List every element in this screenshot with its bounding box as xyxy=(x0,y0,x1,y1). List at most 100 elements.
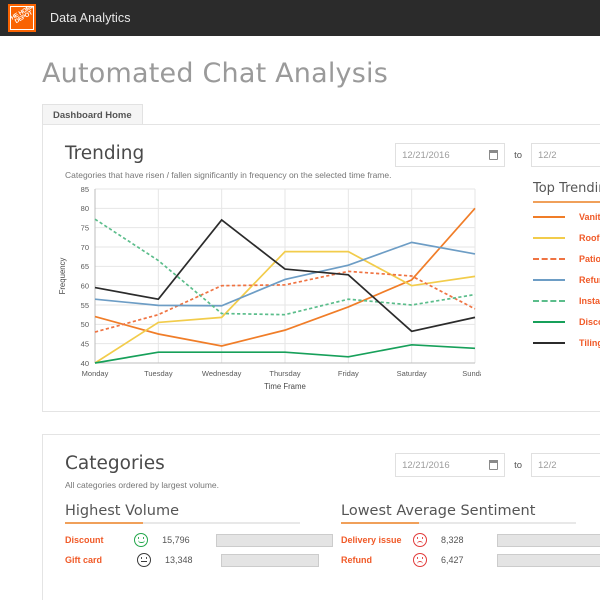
y-tick-label: 85 xyxy=(81,185,89,194)
category-volume-value: 6,427 xyxy=(441,555,464,565)
calendar-icon[interactable] xyxy=(488,460,499,470)
x-tick-label: Tuesday xyxy=(144,369,173,378)
category-row[interactable]: Refund 6,427 xyxy=(341,550,600,570)
trending-date-to-value: 12/2 xyxy=(538,149,557,161)
sentiment-sad-face-icon xyxy=(413,553,427,567)
legend-line-swatch xyxy=(533,233,565,243)
date-range-to-label: to xyxy=(514,149,522,161)
trending-subtitle: Categories that have risen / fallen sign… xyxy=(65,170,392,180)
y-tick-label: 70 xyxy=(81,243,89,252)
sentiment-neutral-face-icon xyxy=(137,553,151,567)
lowest-sentiment-column: Lowest Average Sentiment Delivery issue 8… xyxy=(333,503,600,570)
legend-item[interactable]: Discount▼ xyxy=(533,311,600,332)
legend-line-swatch xyxy=(533,317,565,327)
logo-square: THE HOME DEPOT xyxy=(10,6,34,30)
categories-date-range: 12/21/2016 to 12/2 xyxy=(395,453,600,477)
highest-volume-divider xyxy=(65,522,300,524)
chart-yaxis-title: Frequency xyxy=(58,257,67,294)
legend-item[interactable]: Refund▲ xyxy=(533,269,600,290)
legend-line-swatch xyxy=(533,212,565,222)
trending-line-chart: 40 45 50 55 60 65 70 75 80 85 Monday Tuesday Wednes… xyxy=(51,181,481,406)
category-name: Delivery issue xyxy=(341,535,402,545)
trending-card: Trending Categories that have risen / fa… xyxy=(42,124,600,412)
legend-item[interactable]: Patio set▼ xyxy=(533,248,600,269)
category-volume-bar xyxy=(497,533,600,547)
legend-item-label: Tiling xyxy=(579,337,600,348)
legend-rows: Vanity▲Roof▲Patio set▼Refund▲Install▲Dis… xyxy=(533,206,600,353)
y-tick-label: 40 xyxy=(81,359,89,368)
category-row[interactable]: Delivery issue 8,328 xyxy=(341,530,600,550)
category-name: Refund xyxy=(341,555,372,565)
y-tick-label: 75 xyxy=(81,223,89,232)
categories-date-from-value: 12/21/2016 xyxy=(402,459,450,471)
category-volume-value: 13,348 xyxy=(165,555,193,565)
categories-card: Categories All categories ordered by lar… xyxy=(42,434,600,600)
categories-subtitle: All categories ordered by largest volume… xyxy=(65,480,220,490)
legend-item[interactable]: Roof▲ xyxy=(533,227,600,248)
x-tick-label: Monday xyxy=(82,369,109,378)
category-name: Gift card xyxy=(65,555,103,565)
page-title: Automated Chat Analysis xyxy=(42,58,388,89)
x-tick-label: Wednesday xyxy=(202,369,242,378)
y-tick-label: 80 xyxy=(81,204,89,213)
legend-item-label: Discount xyxy=(579,316,600,327)
category-volume-bar xyxy=(221,553,319,567)
legend-item-label: Vanity xyxy=(579,211,600,222)
chart-yaxis-ticks: 40 45 50 55 60 65 70 75 80 85 xyxy=(81,185,89,368)
legend-item[interactable]: Vanity▲ xyxy=(533,206,600,227)
chart-xaxis-labels: Monday Tuesday Wednesday Thursday Friday Satu… xyxy=(82,369,481,378)
legend-item-label: Install xyxy=(579,295,600,306)
legend-line-swatch xyxy=(533,338,565,348)
category-row[interactable]: Discount 15,796 xyxy=(65,530,333,550)
category-name: Discount xyxy=(65,535,104,545)
date-range-to-label: to xyxy=(514,459,522,471)
categories-columns: Highest Volume Discount 15,796 Gift card 13… xyxy=(43,503,600,570)
legend-title: Top Trending Categories xyxy=(533,181,600,196)
category-row[interactable]: Gift card 13,348 xyxy=(65,550,333,570)
lowest-sentiment-rows: Delivery issue 8,328 Refund 6,427 xyxy=(341,530,600,570)
y-tick-label: 60 xyxy=(81,281,89,290)
category-volume-value: 15,796 xyxy=(162,535,190,545)
highest-volume-rows: Discount 15,796 Gift card 13,348 xyxy=(65,530,333,570)
highest-volume-column: Highest Volume Discount 15,796 Gift card 13… xyxy=(43,503,333,570)
x-tick-label: Friday xyxy=(338,369,359,378)
top-navigation-bar: THE HOME DEPOT Data Analytics xyxy=(0,0,600,36)
app-title: Data Analytics xyxy=(50,11,131,25)
x-tick-label: Saturday xyxy=(397,369,427,378)
legend-line-swatch xyxy=(533,296,565,306)
legend-divider xyxy=(533,201,600,203)
legend-item-label: Refund xyxy=(579,274,600,285)
categories-date-from-input[interactable]: 12/21/2016 xyxy=(395,453,506,477)
legend-item-label: Roof xyxy=(579,232,600,243)
sentiment-happy-face-icon xyxy=(134,533,149,547)
chart-grid xyxy=(94,188,476,364)
y-tick-label: 45 xyxy=(81,339,89,348)
calendar-icon[interactable] xyxy=(488,150,499,160)
sentiment-sad-face-icon xyxy=(413,533,427,547)
x-tick-label: Sunday xyxy=(462,369,481,378)
category-volume-bar xyxy=(497,553,600,567)
legend-item[interactable]: Tiling▲ xyxy=(533,332,600,353)
legend-line-swatch xyxy=(533,254,565,264)
logo-text: THE HOME DEPOT xyxy=(10,6,34,26)
chart-legend: Top Trending Categories Vanity▲Roof▲Pati… xyxy=(533,181,600,353)
home-depot-logo[interactable]: THE HOME DEPOT xyxy=(8,4,36,32)
legend-line-swatch xyxy=(533,275,565,285)
trending-date-from-input[interactable]: 12/21/2016 xyxy=(395,143,506,167)
page-body: Automated Chat Analysis Dashboard Home T… xyxy=(0,58,600,600)
categories-date-to-value: 12/2 xyxy=(538,459,557,471)
tab-bar: Dashboard Home xyxy=(42,103,600,125)
trending-date-range: 12/21/2016 to 12/2 xyxy=(395,143,600,167)
highest-volume-heading: Highest Volume xyxy=(65,503,180,519)
legend-item[interactable]: Install▲ xyxy=(533,290,600,311)
trending-date-to-input[interactable]: 12/2 xyxy=(531,143,600,167)
trending-date-from-value: 12/21/2016 xyxy=(402,149,450,161)
tab-dashboard-home[interactable]: Dashboard Home xyxy=(42,104,143,125)
legend-item-label: Patio set xyxy=(579,253,600,264)
y-tick-label: 50 xyxy=(81,320,89,329)
y-tick-label: 55 xyxy=(81,301,89,310)
y-tick-label: 65 xyxy=(81,262,89,271)
chart-svg: 40 45 50 55 60 65 70 75 80 85 Monday Tuesday Wednes… xyxy=(58,185,481,391)
category-volume-value: 8,328 xyxy=(441,535,464,545)
categories-date-to-input[interactable]: 12/2 xyxy=(531,453,600,477)
